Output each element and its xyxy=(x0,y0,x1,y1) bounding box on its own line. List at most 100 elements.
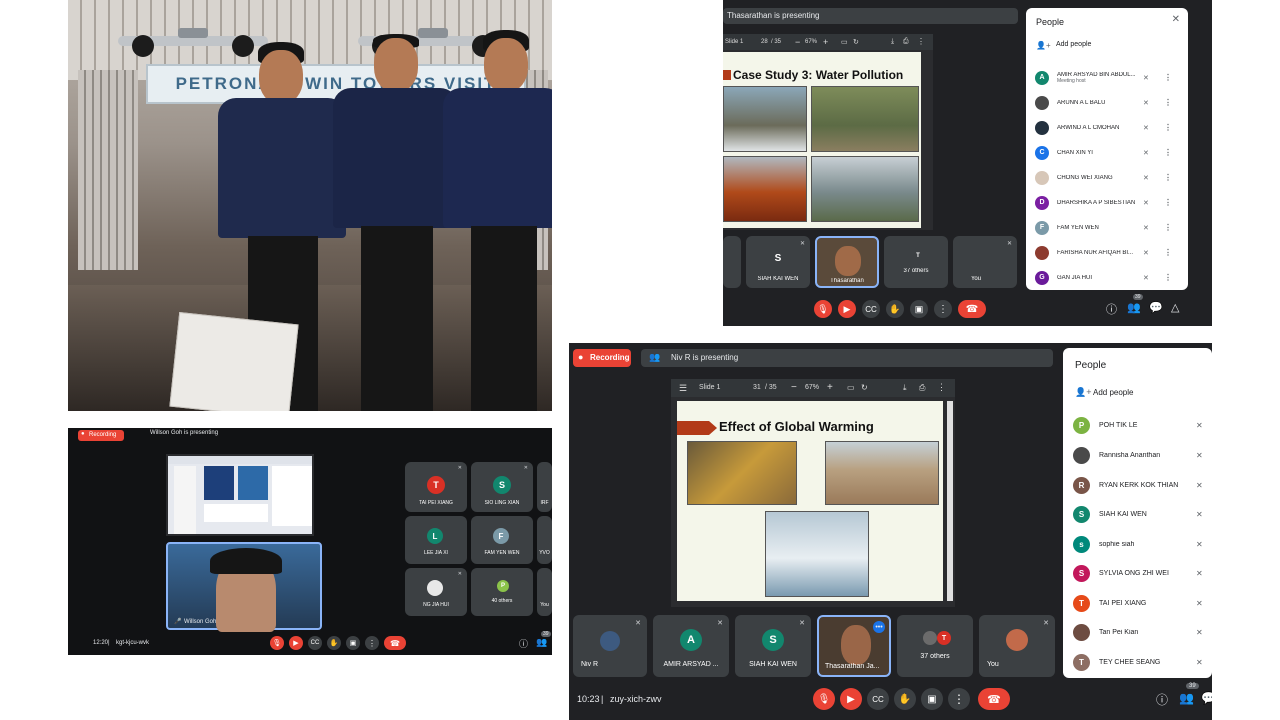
more-icon[interactable]: ⋮ xyxy=(1164,273,1172,282)
mic-toggle-button[interactable]: 🎙 xyxy=(270,636,284,650)
chat-icon[interactable]: 💬 xyxy=(1149,301,1163,314)
more-icon[interactable]: ⋮ xyxy=(1164,98,1172,107)
participant-row[interactable]: F FAM YEN WEN ✕ ⋮ xyxy=(1026,215,1188,240)
participant-tile-self[interactable]: You xyxy=(537,568,552,616)
raise-hand-button[interactable]: ✋ xyxy=(894,688,916,710)
end-call-button[interactable]: ☎ xyxy=(978,688,1010,710)
participant-tile[interactable]: T TAI PEI XIANG ✕ xyxy=(405,462,467,512)
add-people-button[interactable]: Add people xyxy=(1056,41,1091,48)
participant-tile[interactable]: S SIAH KAI WEN ✕ xyxy=(735,615,811,677)
participant-row[interactable]: G GAN JIA HUI ✕ ⋮ xyxy=(1026,265,1188,290)
participant-row[interactable]: A AMIR ARSYAD BIN ABDUL... Meeting host … xyxy=(1026,65,1188,90)
zoom-in-button[interactable]: + xyxy=(823,37,828,47)
chat-icon[interactable]: 💬 xyxy=(1201,691,1212,705)
participant-row[interactable]: T TAI PEI XIANG ✕ xyxy=(1063,588,1212,618)
more-icon[interactable]: ⋮ xyxy=(1164,148,1172,157)
participant-tile[interactable]: S SIAH KAI WEN ✕ xyxy=(746,236,810,288)
participant-tile[interactable]: S SIO LING XIAN ✕ xyxy=(471,462,533,512)
people-icon[interactable]: 👥 xyxy=(1127,301,1141,314)
fit-page-icon[interactable]: ▭ xyxy=(847,383,855,392)
print-icon[interactable]: ⎙ xyxy=(903,38,909,46)
close-icon[interactable]: ✕ xyxy=(1172,14,1180,25)
participant-row[interactable]: ARUNN A L BALU ✕ ⋮ xyxy=(1026,90,1188,115)
present-button[interactable]: ▣ xyxy=(921,688,943,710)
participant-row[interactable]: FARISHA NUR AFIQAH BI... ✕ ⋮ xyxy=(1026,240,1188,265)
camera-toggle-button[interactable]: ▶ xyxy=(289,636,303,650)
end-call-button[interactable]: ☎ xyxy=(958,300,986,318)
participant-row[interactable]: D DHARSHIKA A P SIBESTIAN ✕ ⋮ xyxy=(1026,190,1188,215)
more-icon[interactable]: ⋮ xyxy=(1164,198,1172,207)
more-icon[interactable]: ⋮ xyxy=(917,37,925,46)
participant-tile[interactable]: Niv R ✕ xyxy=(573,615,647,677)
participant-row[interactable]: S SIAH KAI WEN ✕ xyxy=(1063,500,1212,529)
captions-button[interactable]: CC xyxy=(308,636,322,650)
menu-icon[interactable]: ☰ xyxy=(679,383,687,394)
info-icon[interactable]: ⓘ xyxy=(519,637,528,650)
participant-row[interactable]: S SYLVIA ONG ZHI WEI ✕ xyxy=(1063,559,1212,588)
rotate-icon[interactable]: ↻ xyxy=(861,383,868,392)
info-icon[interactable]: ⓘ xyxy=(1106,301,1117,317)
raise-hand-button[interactable]: ✋ xyxy=(886,300,904,318)
add-people-button[interactable]: Add people xyxy=(1093,388,1133,397)
corn-photo xyxy=(687,441,797,505)
info-icon[interactable]: ⓘ xyxy=(1156,691,1168,708)
participant-tile[interactable] xyxy=(723,236,741,288)
more-icon[interactable]: ⋮ xyxy=(937,382,946,393)
mic-toggle-button[interactable]: 🎙 xyxy=(814,300,832,318)
rotate-icon[interactable]: ↻ xyxy=(853,38,859,46)
participant-row[interactable]: R RYAN KERK KOK THIAN ✕ xyxy=(1063,470,1212,500)
participant-tile-self[interactable]: You ✕ xyxy=(953,236,1017,288)
present-button[interactable]: ▣ xyxy=(346,636,360,650)
scrollbar[interactable] xyxy=(947,401,953,601)
zoom-in-button[interactable]: + xyxy=(827,382,833,393)
mic-toggle-button[interactable]: 🎙 xyxy=(813,688,835,710)
participant-tile[interactable]: YVO xyxy=(537,516,552,564)
participant-tile[interactable]: NG JIA HUI ✕ xyxy=(405,568,467,616)
more-icon[interactable]: ⋮ xyxy=(1164,73,1172,82)
people-icon[interactable]: 👥 xyxy=(1179,691,1194,705)
participant-tile[interactable]: IRF xyxy=(537,462,552,512)
participant-tile-presenter[interactable]: Thasarathan xyxy=(815,236,879,288)
participant-tile-presenter[interactable]: ••• Thasarathan Ja... xyxy=(817,615,891,677)
download-icon[interactable]: ⤓ xyxy=(903,383,907,393)
end-call-button[interactable]: ☎ xyxy=(384,636,406,650)
zoom-out-button[interactable]: − xyxy=(795,37,800,47)
add-people-icon[interactable]: 👤+ xyxy=(1075,387,1091,398)
captions-button[interactable]: CC xyxy=(867,688,889,710)
present-button[interactable]: ▣ xyxy=(910,300,928,318)
more-icon[interactable]: ⋮ xyxy=(1164,248,1172,257)
participant-tile-self[interactable]: You ✕ xyxy=(979,615,1055,677)
captions-button[interactable]: CC xyxy=(862,300,880,318)
participant-row[interactable]: ARWIND A L CMOHAN ✕ ⋮ xyxy=(1026,115,1188,140)
activities-icon[interactable]: △ xyxy=(1171,301,1179,314)
more-options-button[interactable]: ⋮ xyxy=(948,688,970,710)
camera-toggle-button[interactable]: ▶ xyxy=(840,688,862,710)
participant-row[interactable]: Rannisha Ananthan ✕ xyxy=(1063,440,1212,470)
zoom-out-button[interactable]: − xyxy=(791,382,797,393)
add-people-icon[interactable]: 👤+ xyxy=(1036,41,1051,50)
print-icon[interactable]: ⎙ xyxy=(919,383,925,393)
participant-row[interactable]: C CHAN XIN YI ✕ ⋮ xyxy=(1026,140,1188,165)
more-icon[interactable]: ⋮ xyxy=(1164,173,1172,182)
raise-hand-button[interactable]: ✋ xyxy=(327,636,341,650)
more-icon[interactable]: ⋮ xyxy=(1164,123,1172,132)
more-options-button[interactable]: ⋮ xyxy=(365,636,379,650)
participant-tile-others[interactable]: P 40 others xyxy=(471,568,533,616)
download-icon[interactable]: ⤓ xyxy=(891,38,894,46)
participant-tile[interactable]: A AMIR ARSYAD ... ✕ xyxy=(653,615,729,677)
participant-row[interactable]: CHONG WEI XIANG ✕ ⋮ xyxy=(1026,165,1188,190)
camera-toggle-button[interactable]: ▶ xyxy=(838,300,856,318)
people-icon[interactable]: 👥 xyxy=(536,637,547,648)
more-icon[interactable]: ⋮ xyxy=(1164,223,1172,232)
fit-page-icon[interactable]: ▭ xyxy=(841,38,848,46)
pdf-toolbar: ☰ Slide 1 31 / 35 − 67% + ▭ ↻ ⤓ ⎙ ⋮ xyxy=(671,379,955,397)
participant-row[interactable]: T TEY CHEE SEANG ✕ xyxy=(1063,647,1212,677)
participant-tile-others[interactable]: T 37 others xyxy=(897,615,973,677)
participant-tile[interactable]: L LEE JIA XI xyxy=(405,516,467,564)
participant-row[interactable]: s sophie siah ✕ xyxy=(1063,529,1212,559)
more-options-button[interactable]: ⋮ xyxy=(934,300,952,318)
participant-row[interactable]: Tan Pei Kian ✕ xyxy=(1063,618,1212,647)
participant-row[interactable]: P POH TIK LE ✕ xyxy=(1063,411,1212,440)
presenter-video[interactable]: 🎤 Willson Goh xyxy=(166,542,322,632)
participant-tile[interactable]: F FAM YEN WEN xyxy=(471,516,533,564)
